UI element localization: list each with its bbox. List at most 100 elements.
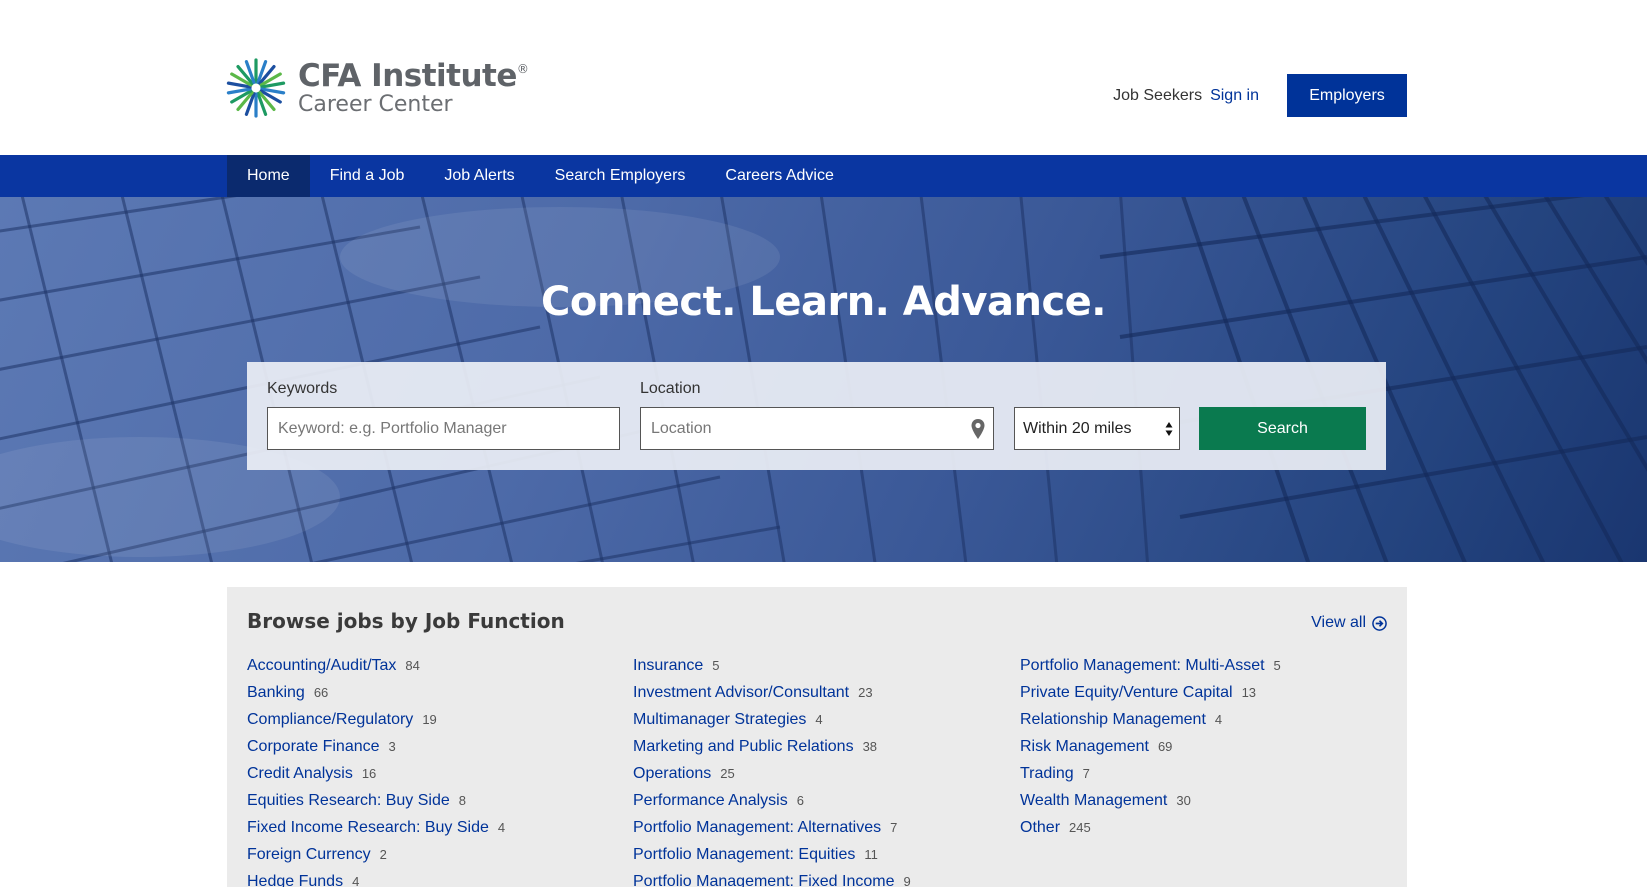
select-arrows-icon: [1165, 422, 1173, 436]
list-item: Portfolio Management: Equities 11: [633, 846, 911, 873]
job-function-link[interactable]: Portfolio Management: Fixed Income: [633, 873, 894, 887]
nav-item-careers-advice[interactable]: Careers Advice: [705, 155, 854, 197]
keywords-placeholder: Keyword: e.g. Portfolio Manager: [278, 419, 507, 437]
list-item: Equities Research: Buy Side 8: [247, 792, 505, 819]
job-function-link[interactable]: Multimanager Strategies: [633, 711, 806, 729]
radius-selected-value: Within 20 miles: [1023, 419, 1132, 437]
list-item: Accounting/Audit/Tax 84: [247, 657, 505, 684]
registered-mark: ®: [516, 61, 529, 76]
job-count: 23: [858, 685, 873, 700]
list-item: Portfolio Management: Multi-Asset 5: [1020, 657, 1281, 684]
job-function-link[interactable]: Investment Advisor/Consultant: [633, 684, 849, 702]
job-count: 4: [815, 712, 823, 727]
job-count: 69: [1157, 739, 1173, 754]
job-count: 5: [712, 658, 720, 673]
job-function-link[interactable]: Marketing and Public Relations: [633, 738, 854, 756]
job-function-link[interactable]: Accounting/Audit/Tax: [247, 657, 396, 675]
list-item: Fixed Income Research: Buy Side 4: [247, 819, 505, 846]
list-item: Wealth Management 30: [1020, 792, 1281, 819]
keywords-input[interactable]: Keyword: e.g. Portfolio Manager: [267, 407, 620, 450]
list-item: Trading 7: [1020, 765, 1281, 792]
job-count: 38: [862, 739, 878, 754]
job-count: 4: [497, 820, 506, 835]
job-function-link[interactable]: Compliance/Regulatory: [247, 711, 413, 729]
job-function-link[interactable]: Equities Research: Buy Side: [247, 792, 450, 810]
job-function-link[interactable]: Foreign Currency: [247, 846, 371, 864]
list-item: Insurance 5: [633, 657, 911, 684]
job-search-form: Keywords Keyword: e.g. Portfolio Manager…: [247, 362, 1386, 470]
list-item: Private Equity/Venture Capital 13: [1020, 684, 1281, 711]
nav-items: Home Find a Job Job Alerts Search Employ…: [227, 155, 854, 197]
list-item: Compliance/Regulatory 19: [247, 711, 505, 738]
job-count: 6: [796, 793, 804, 808]
sign-in-link[interactable]: Sign in: [1210, 87, 1259, 105]
logo-text: CFA Institute® Career Center: [298, 60, 529, 117]
hero-headline: Connect. Learn. Advance.: [541, 279, 1106, 325]
job-count: 16: [361, 766, 377, 781]
job-count: 84: [405, 658, 420, 673]
job-count: 19: [422, 712, 437, 727]
main-nav: Home Find a Job Job Alerts Search Employ…: [0, 155, 1647, 197]
logo[interactable]: CFA Institute® Career Center: [226, 58, 529, 118]
job-function-link[interactable]: Corporate Finance: [247, 738, 380, 756]
job-function-column-1: Accounting/Audit/Tax 84 Banking 66 Complia…: [247, 657, 505, 887]
job-function-link[interactable]: Portfolio Management: Alternatives: [633, 819, 881, 837]
location-input[interactable]: Location: [640, 407, 994, 450]
job-function-link[interactable]: Relationship Management: [1020, 711, 1206, 729]
nav-item-search-employers[interactable]: Search Employers: [535, 155, 706, 197]
job-function-link[interactable]: Private Equity/Venture Capital: [1020, 684, 1233, 702]
location-placeholder: Location: [651, 419, 712, 437]
job-function-link[interactable]: Insurance: [633, 657, 703, 675]
nav-item-job-alerts[interactable]: Job Alerts: [424, 155, 534, 197]
job-count: 30: [1176, 793, 1191, 808]
site-header: CFA Institute® Career Center Job Seekers…: [0, 0, 1647, 155]
job-function-link[interactable]: Risk Management: [1020, 738, 1149, 756]
arrow-circle-right-icon: [1372, 615, 1387, 631]
job-count: 8: [458, 793, 467, 808]
list-item: Portfolio Management: Fixed Income 9: [633, 873, 911, 887]
job-function-link[interactable]: Fixed Income Research: Buy Side: [247, 819, 489, 837]
employers-button[interactable]: Employers: [1287, 74, 1407, 117]
job-function-link[interactable]: Performance Analysis: [633, 792, 788, 810]
list-item: Relationship Management 4: [1020, 711, 1281, 738]
view-all-label: View all: [1311, 614, 1366, 631]
job-count: 13: [1241, 685, 1257, 700]
job-function-link[interactable]: Portfolio Management: Equities: [633, 846, 855, 864]
job-function-link[interactable]: Portfolio Management: Multi-Asset: [1020, 657, 1265, 675]
page: CFA Institute® Career Center Job Seekers…: [0, 0, 1647, 887]
cfa-logo-icon: [226, 58, 286, 118]
radius-select[interactable]: Within 20 miles: [1014, 407, 1180, 450]
job-seekers-label: Job Seekers: [1113, 86, 1203, 104]
job-count: 2: [379, 847, 387, 862]
keywords-label: Keywords: [267, 380, 338, 397]
view-all-link[interactable]: View all: [1311, 614, 1387, 632]
browse-job-function-panel: Browse jobs by Job Function View all Acc…: [227, 587, 1407, 887]
list-item: Foreign Currency 2: [247, 846, 505, 873]
job-count: 4: [1214, 712, 1223, 727]
list-item: Risk Management 69: [1020, 738, 1281, 765]
job-function-link[interactable]: Hedge Funds: [247, 873, 343, 887]
list-item: Multimanager Strategies 4: [633, 711, 911, 738]
nav-item-home[interactable]: Home: [227, 155, 310, 197]
job-count: 5: [1273, 658, 1281, 673]
list-item: Performance Analysis 6: [633, 792, 911, 819]
job-count: 245: [1069, 820, 1091, 835]
job-function-link[interactable]: Other: [1020, 819, 1060, 837]
hero-banner: Connect. Learn. Advance. Keywords Keywor…: [0, 197, 1647, 562]
location-label: Location: [640, 380, 701, 397]
search-button[interactable]: Search: [1199, 407, 1366, 450]
job-function-link[interactable]: Operations: [633, 765, 711, 783]
list-item: Other 245: [1020, 819, 1281, 846]
job-count: 4: [352, 874, 360, 887]
job-function-link[interactable]: Credit Analysis: [247, 765, 353, 783]
job-function-link[interactable]: Trading: [1020, 765, 1074, 783]
job-function-link[interactable]: Banking: [247, 684, 305, 702]
nav-item-find-a-job[interactable]: Find a Job: [310, 155, 425, 197]
list-item: Corporate Finance 3: [247, 738, 505, 765]
job-function-link[interactable]: Wealth Management: [1020, 792, 1167, 810]
job-count: 7: [890, 820, 898, 835]
list-item: Marketing and Public Relations 38: [633, 738, 911, 765]
list-item: Portfolio Management: Alternatives 7: [633, 819, 911, 846]
logo-subtitle: Career Center: [298, 91, 453, 117]
browse-title: Browse jobs by Job Function: [247, 609, 565, 633]
